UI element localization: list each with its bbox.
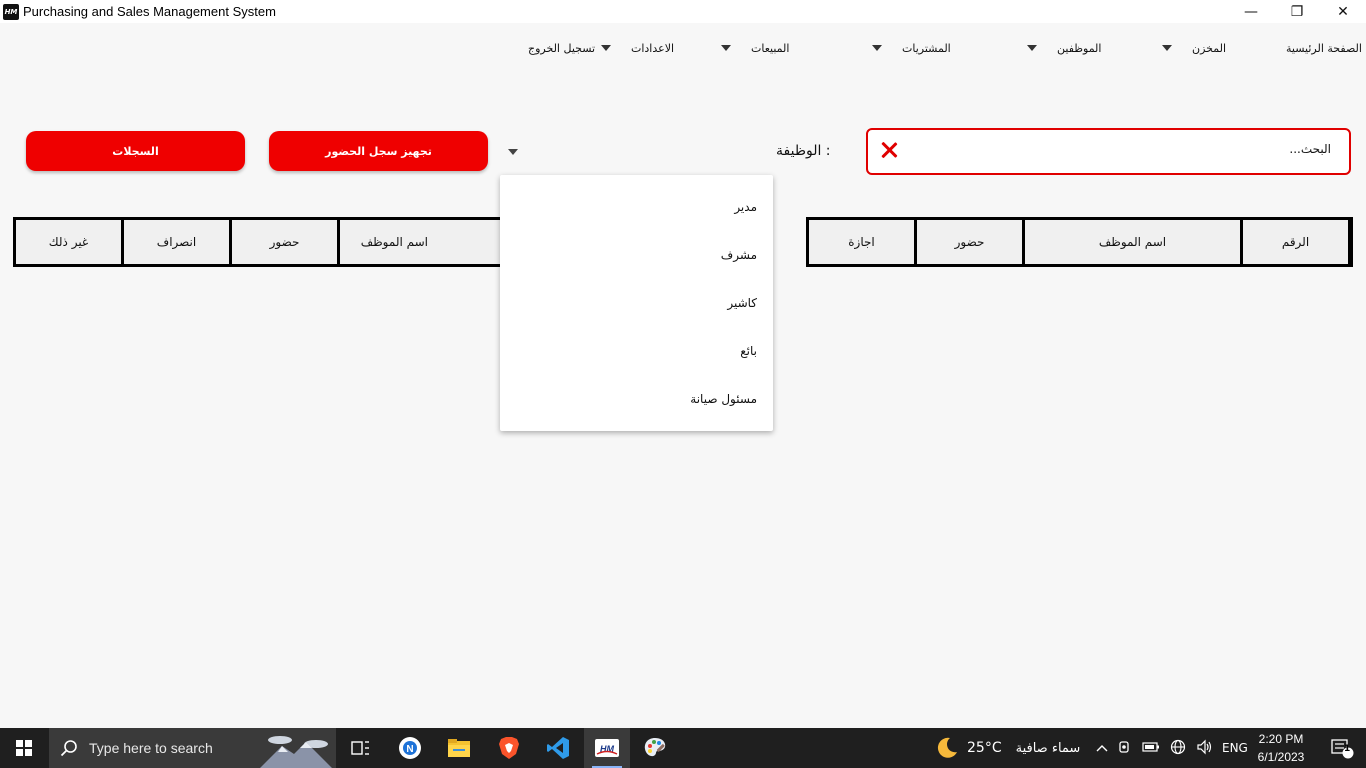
notification-count-badge: 1	[1344, 744, 1351, 754]
table-header-employee-name: اسم الموظف	[340, 220, 500, 264]
menu-warehouse-label: المخزن	[1192, 41, 1227, 55]
table-header-number: الرقم	[1243, 220, 1348, 264]
job-option-manager[interactable]: مدير	[734, 200, 757, 214]
vscode-icon	[547, 737, 569, 759]
taskbar-search-placeholder: Type here to search	[89, 740, 213, 756]
taskbar-brave-browser[interactable]	[486, 728, 532, 768]
search-icon	[49, 739, 89, 757]
speaker-icon[interactable]	[1196, 739, 1212, 758]
start-button[interactable]	[0, 728, 48, 768]
menu-sales-label: المبيعات	[751, 41, 790, 55]
job-option-cashier[interactable]: كاشير	[727, 296, 757, 310]
table-header-other: غير ذلك	[16, 220, 121, 264]
title-bar: HM Purchasing and Sales Management Syste…	[0, 0, 1366, 23]
meet-now-icon[interactable]	[1118, 740, 1132, 757]
job-dropdown-menu: مدير مشرف كاشير بائع مسئول صيانة	[500, 175, 773, 431]
table-header-attendance: حضور	[917, 220, 1022, 264]
minimize-button[interactable]: —	[1228, 0, 1274, 23]
task-view-button[interactable]	[337, 728, 383, 768]
clear-search-icon[interactable]	[878, 139, 900, 161]
search-box	[866, 128, 1351, 175]
chevron-down-icon	[1162, 45, 1172, 51]
chevron-up-icon[interactable]	[1096, 741, 1108, 756]
table-header-leave: اجازة	[809, 220, 914, 264]
chevron-down-icon	[601, 45, 611, 51]
menu-settings-label: الاعدادات	[631, 41, 675, 55]
job-option-supervisor[interactable]: مشرف	[721, 248, 757, 262]
taskbar: Type here to search N HM 25°C سماء صافية	[0, 728, 1366, 768]
chevron-down-icon	[872, 45, 882, 51]
clock-time: 2:20 PM	[1258, 732, 1304, 746]
records-button-label: السجلات	[112, 144, 159, 158]
job-option-maintenance[interactable]: مسئول صيانة	[690, 392, 757, 406]
menu-employees-label: الموظفين	[1057, 41, 1102, 55]
job-dropdown-caret-icon[interactable]	[508, 149, 518, 155]
window-controls: — ❐ ✕	[1228, 0, 1366, 23]
taskbar-weather[interactable]: 25°C سماء صافية	[935, 728, 1080, 768]
menu-sales[interactable]: المبيعات	[721, 40, 789, 56]
notification-icon	[1331, 739, 1354, 759]
job-option-seller[interactable]: بائع	[740, 344, 757, 358]
hm-app-icon: HM	[595, 739, 619, 757]
menu-logout-label: تسجيل الخروج	[528, 41, 596, 55]
chevron-down-icon	[1027, 45, 1037, 51]
svg-text:N: N	[406, 744, 413, 755]
taskbar-app-n[interactable]: N	[387, 728, 433, 768]
close-button[interactable]: ✕	[1320, 0, 1366, 23]
menu-purchases[interactable]: المشتريات	[872, 40, 951, 56]
folder-icon	[448, 739, 470, 757]
task-view-icon	[351, 741, 369, 755]
taskbar-file-explorer[interactable]	[436, 728, 482, 768]
window-title: Purchasing and Sales Management System	[23, 4, 276, 19]
app-logo-icon: HM	[3, 3, 19, 20]
taskbar-paint-app[interactable]	[632, 728, 678, 768]
menu-home-label: الصفحة الرئيسية	[1286, 41, 1362, 55]
attendance-table-right: اجازة حضور اسم الموظف الرقم	[806, 217, 1353, 267]
restore-button[interactable]: ❐	[1274, 0, 1320, 23]
battery-icon[interactable]	[1142, 741, 1160, 756]
mountain-scene-icon	[260, 736, 332, 768]
moon-icon	[937, 737, 957, 758]
menu-employees[interactable]: الموظفين	[1027, 40, 1101, 56]
menu-settings[interactable]: الاعدادات	[601, 40, 674, 56]
clock-date: 6/1/2023	[1257, 750, 1305, 764]
job-label: الوظيفة :	[776, 143, 831, 159]
system-tray: ENG	[1096, 728, 1248, 768]
app-n-icon: N	[399, 737, 421, 759]
table-header-employee-name: اسم الموظف	[1025, 220, 1240, 264]
network-globe-icon[interactable]	[1170, 739, 1186, 758]
table-header-attendance: حضور	[232, 220, 337, 264]
taskbar-clock[interactable]: 2:20 PM 6/1/2023	[1248, 730, 1314, 766]
weather-description: سماء صافية	[1015, 740, 1081, 756]
windows-logo-icon	[16, 740, 32, 756]
prepare-attendance-button[interactable]: تجهيز سجل الحضور	[269, 131, 488, 171]
menu-purchases-label: المشتريات	[902, 41, 951, 55]
input-language[interactable]: ENG	[1222, 741, 1248, 755]
brave-lion-icon	[499, 737, 519, 759]
taskbar-search[interactable]: Type here to search	[49, 728, 336, 768]
chevron-down-icon	[721, 45, 731, 51]
taskbar-hm-app[interactable]: HM	[584, 728, 630, 768]
menu-home[interactable]: الصفحة الرئيسية	[1286, 40, 1362, 56]
search-input[interactable]	[911, 142, 1331, 156]
taskbar-vscode[interactable]	[535, 728, 581, 768]
records-button[interactable]: السجلات	[26, 131, 245, 171]
notification-center-button[interactable]: 1	[1322, 728, 1362, 768]
prepare-attendance-button-label: تجهيز سجل الحضور	[325, 144, 432, 158]
attendance-table-left: غير ذلك انصراف حضور اسم الموظف	[13, 217, 503, 267]
menu-warehouse[interactable]: المخزن	[1162, 40, 1226, 56]
weather-temperature: 25°C	[967, 740, 1002, 756]
menu-logout[interactable]: تسجيل الخروج	[528, 40, 595, 56]
table-header-departure: انصراف	[124, 220, 229, 264]
palette-icon	[644, 738, 666, 757]
